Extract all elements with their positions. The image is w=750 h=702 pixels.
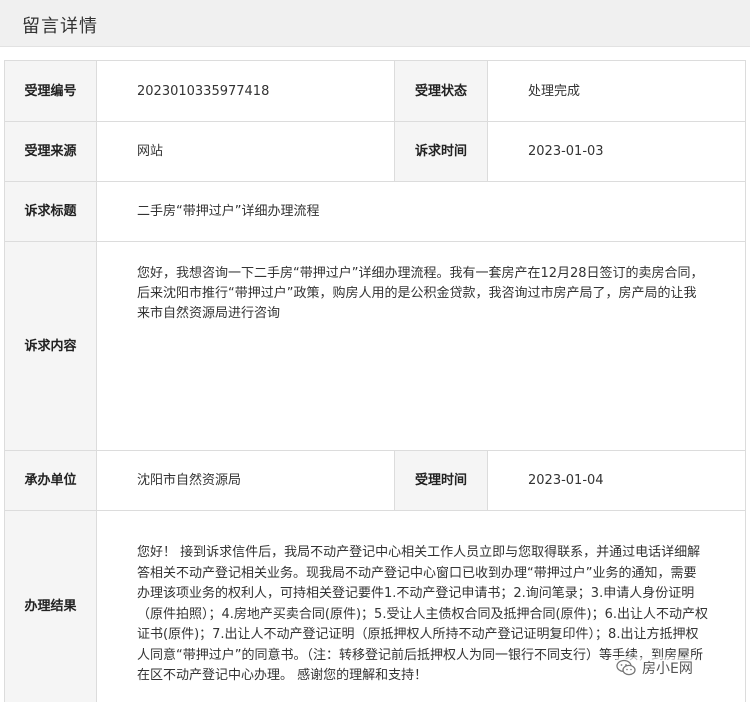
watermark-text: 房小E网 (642, 661, 693, 677)
label-appeal-content: 诉求内容 (4, 241, 96, 450)
label-accept-time: 受理时间 (394, 450, 487, 510)
value-accept-status: 处理完成 (487, 60, 746, 121)
label-accept-no: 受理编号 (4, 60, 96, 121)
value-appeal-content: 您好，我想咨询一下二手房“带押过户”详细办理流程。我有一套房产在12月28日签订… (96, 241, 746, 450)
wechat-icon (616, 659, 636, 676)
value-appeal-title: 二手房“带押过户”详细办理流程 (96, 181, 746, 241)
label-source: 受理来源 (4, 121, 96, 181)
watermark: 房小E网 (616, 657, 693, 679)
detail-table: 受理编号 2023010335977418 受理状态 处理完成 受理来源 网站 … (0, 0, 750, 702)
value-source: 网站 (96, 121, 394, 181)
value-accept-time: 2023-01-04 (487, 450, 746, 510)
value-appeal-time: 2023-01-03 (487, 121, 746, 181)
label-appeal-title: 诉求标题 (4, 181, 96, 241)
label-handling-unit: 承办单位 (4, 450, 96, 510)
label-accept-status: 受理状态 (394, 60, 487, 121)
label-appeal-time: 诉求时间 (394, 121, 487, 181)
label-result: 办理结果 (4, 510, 96, 702)
value-accept-no: 2023010335977418 (96, 60, 394, 121)
value-handling-unit: 沈阳市自然资源局 (96, 450, 394, 510)
